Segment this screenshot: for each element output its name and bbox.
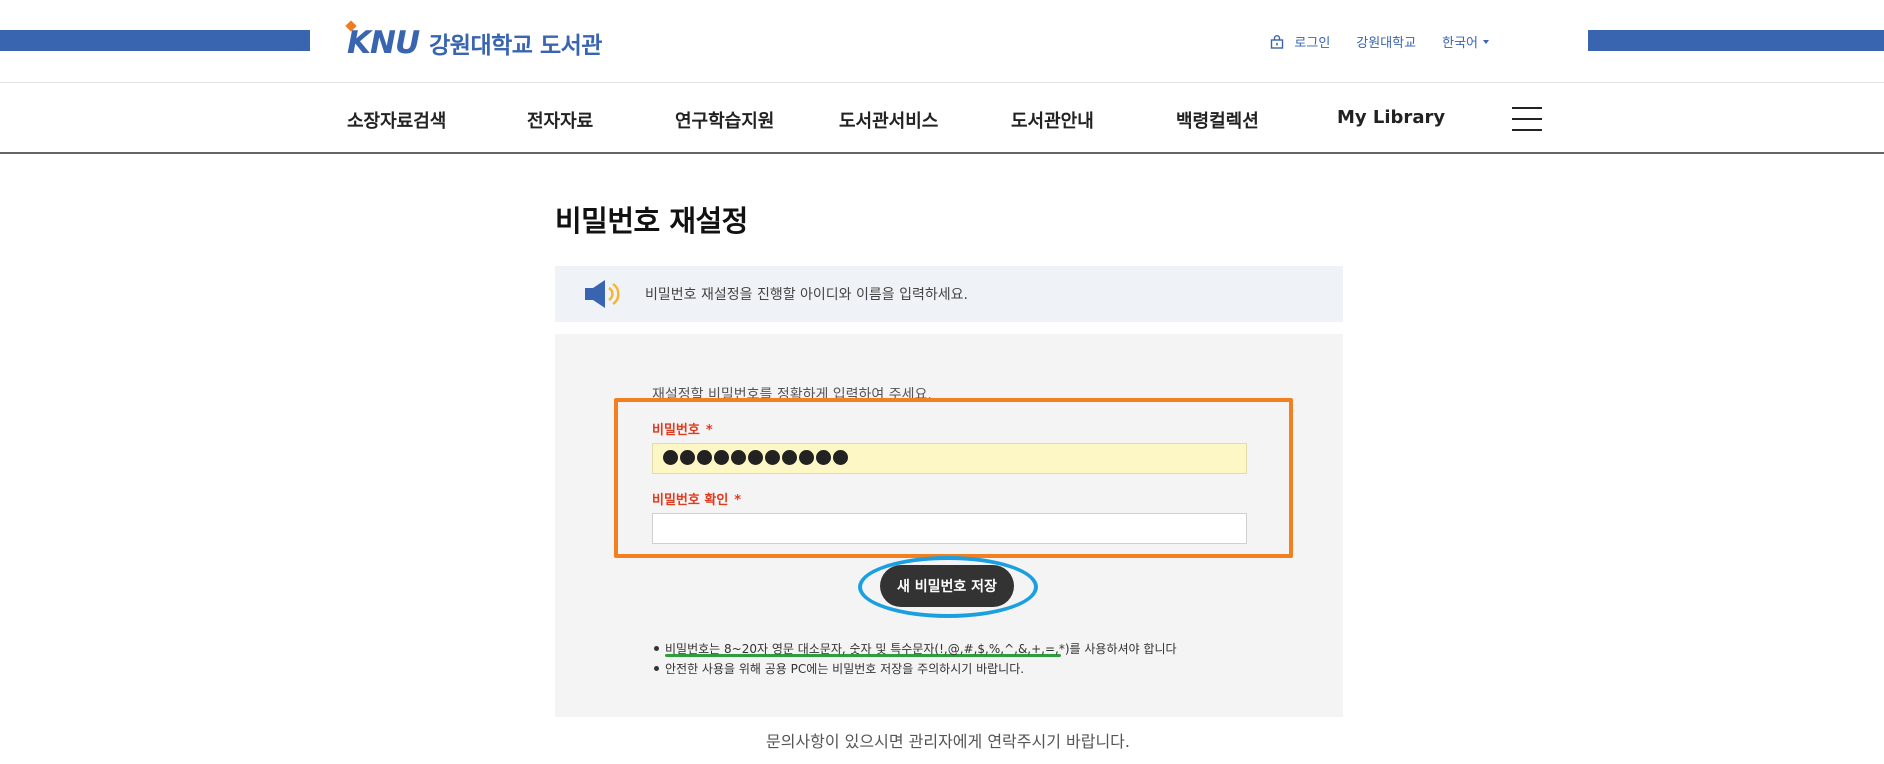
nav-item-e-resources[interactable]: 전자자료	[527, 107, 593, 133]
password-input[interactable]	[652, 443, 1247, 474]
mask-dot	[833, 450, 848, 465]
nav-item-research-support[interactable]: 연구학습지원	[675, 107, 774, 133]
nav-item-library-services[interactable]: 도서관서비스	[839, 107, 938, 133]
bullet-icon	[654, 645, 659, 651]
mask-dot	[680, 450, 695, 465]
mask-dot	[697, 450, 712, 465]
mask-dot	[714, 450, 729, 465]
mask-dot	[731, 450, 746, 465]
save-new-password-button[interactable]: 새 비밀번호 저장	[880, 565, 1014, 607]
hamburger-icon[interactable]	[1512, 107, 1542, 131]
login-label: 로그인	[1294, 36, 1331, 51]
password-rules: 비밀번호는 8~20자 영문 대소문자, 숫자 및 특수문자(!,@,#,$,%…	[654, 638, 1177, 678]
page-title: 비밀번호 재설정	[555, 204, 748, 238]
notice-box: 비밀번호 재설정을 진행할 아이디와 이름을 입력하세요.	[555, 266, 1343, 322]
mask-dot	[663, 450, 678, 465]
password-label: 비밀번호 *	[652, 419, 713, 438]
mask-dot	[765, 450, 780, 465]
rule-text: 안전한 사용을 위해 공용 PC에는 비밀번호 저장을 주의하시기 바랍니다.	[665, 661, 1025, 676]
nav-item-collection-search[interactable]: 소장자료검색	[347, 107, 446, 133]
password-confirm-label-text: 비밀번호 확인	[652, 493, 729, 508]
contact-note: 문의사항이 있으시면 관리자에게 연락주시기 바랍니다.	[766, 732, 1130, 751]
list-item: 비밀번호는 8~20자 영문 대소문자, 숫자 및 특수문자(!,@,#,$,%…	[654, 638, 1177, 658]
language-label: 한국어	[1442, 36, 1478, 51]
password-label-text: 비밀번호	[652, 423, 700, 438]
logo-mark-text: KNU	[347, 25, 420, 61]
mask-dot	[799, 450, 814, 465]
rule-text: 비밀번호는 8~20자 영문 대소문자, 숫자 및 특수문자(!,@,#,$,%…	[665, 641, 1177, 656]
bullet-icon	[654, 665, 659, 671]
notice-text: 비밀번호 재설정을 진행할 아이디와 이름을 입력하세요.	[645, 287, 968, 303]
header-accent-bar-left	[0, 30, 310, 51]
required-mark: *	[734, 493, 742, 508]
required-mark: *	[705, 423, 713, 438]
header-accent-bar-right	[1588, 30, 1884, 51]
login-link[interactable]: 로그인	[1270, 32, 1330, 51]
speaker-icon	[585, 280, 620, 308]
nav-divider	[0, 152, 1884, 154]
language-select[interactable]: 한국어	[1442, 32, 1489, 51]
lock-icon	[1271, 34, 1284, 49]
mask-dot	[748, 450, 763, 465]
mask-dot	[816, 450, 831, 465]
password-confirm-input[interactable]	[652, 513, 1247, 544]
logo-mark: KNU	[345, 20, 420, 61]
nav-item-baekryeong-collection[interactable]: 백령컬렉션	[1176, 107, 1259, 133]
utility-menu: 로그인 강원대학교 한국어	[1270, 32, 1489, 51]
library-logo[interactable]: KNU 강원대학교 도서관	[345, 20, 602, 61]
password-mask	[663, 450, 848, 465]
list-item: 안전한 사용을 위해 공용 PC에는 비밀번호 저장을 주의하시기 바랍니다.	[654, 658, 1177, 678]
university-link[interactable]: 강원대학교	[1356, 32, 1416, 51]
nav-item-library-guide[interactable]: 도서관안내	[1011, 107, 1094, 133]
main-nav: 소장자료검색 전자자료 연구학습지원 도서관서비스 도서관안내 백령컬렉션 My…	[0, 83, 1884, 153]
password-confirm-label: 비밀번호 확인 *	[652, 489, 741, 508]
logo-text: 강원대학교 도서관	[429, 33, 602, 59]
caret-down-icon	[1483, 40, 1489, 44]
mask-dot	[782, 450, 797, 465]
nav-item-my-library[interactable]: My Library	[1337, 107, 1445, 128]
password-reset-panel: 재설정할 비밀번호를 정확하게 입력하여 주세요. 비밀번호 * 비밀번호 확인 *…	[555, 334, 1343, 717]
